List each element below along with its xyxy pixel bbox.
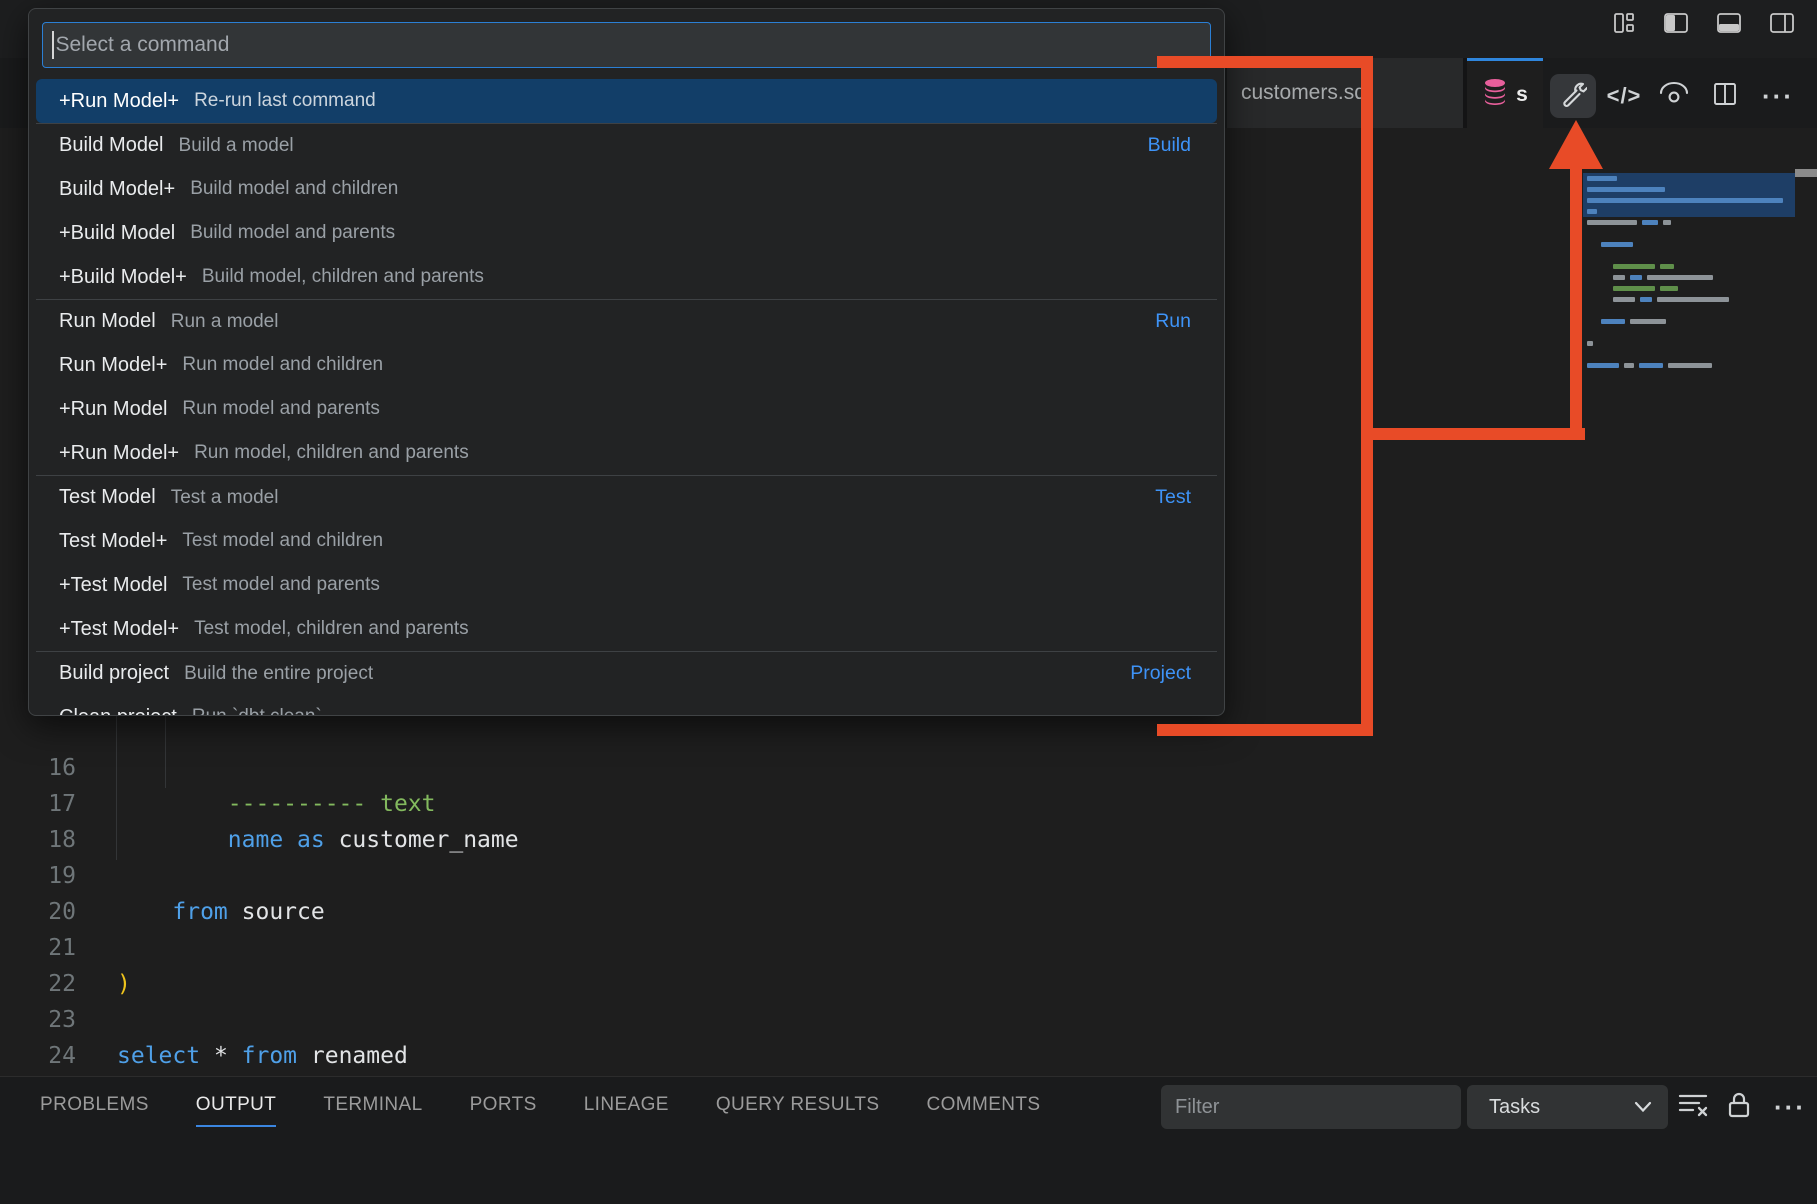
code-line: 19 from source [0, 822, 83, 858]
code-line: 23 select * from renamed [0, 966, 83, 1002]
code-line: 16 ---------- text [0, 714, 83, 750]
command-item[interactable]: +Build Model+Build model, children and p… [36, 255, 1217, 299]
toggle-primary-sidebar-icon[interactable] [1663, 11, 1689, 35]
annotation-arrowhead [1549, 120, 1603, 169]
tab-problems[interactable]: PROBLEMS [40, 1094, 149, 1116]
eye-icon [1658, 81, 1690, 112]
command-palette: +Run Model+Re-run last command Build Mod… [28, 8, 1225, 716]
chevron-down-icon [1634, 1096, 1652, 1119]
output-filter-box [1161, 1085, 1461, 1129]
tab-output[interactable]: OUTPUT [196, 1094, 277, 1127]
vscode-window: customers.sql s </> ··· [0, 0, 1817, 1204]
tab-lineage[interactable]: LINEAGE [584, 1094, 669, 1116]
command-input-box [42, 22, 1211, 68]
lock-scroll-button[interactable] [1722, 1090, 1756, 1124]
tab-terminal[interactable]: TERMINAL [323, 1094, 422, 1116]
annotation-line-top [1157, 56, 1373, 68]
code-line: 18 [0, 786, 83, 822]
command-category: Project [1130, 662, 1191, 685]
command-item[interactable]: +Run Model+Run model, children and paren… [36, 431, 1217, 475]
command-input[interactable] [54, 32, 1211, 58]
command-item[interactable]: +Test Model+Test model, children and par… [36, 607, 1217, 651]
lock-icon [1726, 1090, 1752, 1125]
command-item[interactable]: +Run Model+Re-run last command [36, 79, 1217, 123]
wrench-icon [1559, 80, 1587, 113]
code-line: 21 ) [0, 894, 83, 930]
clear-output-icon [1677, 1091, 1709, 1124]
command-item[interactable]: Build Model+Build model and children [36, 167, 1217, 211]
clear-output-button[interactable] [1674, 1090, 1712, 1124]
command-category: Build [1148, 134, 1191, 157]
panel-more-actions-button[interactable]: ··· [1768, 1090, 1812, 1124]
tasks-dropdown-label: Tasks [1489, 1096, 1540, 1119]
command-category: Test [1155, 486, 1191, 509]
bottom-panel: PROBLEMS OUTPUT TERMINAL PORTS LINEAGE Q… [0, 1076, 1817, 1204]
filter-input[interactable] [1161, 1095, 1447, 1120]
database-icon [1482, 78, 1508, 112]
command-category: Run [1155, 310, 1191, 333]
command-item[interactable]: Test Model+Test model and children [36, 519, 1217, 563]
split-editor-icon [1712, 81, 1738, 112]
tab-comments[interactable]: COMMENTS [926, 1094, 1040, 1116]
toggle-secondary-sidebar-icon[interactable] [1769, 11, 1795, 35]
command-item[interactable]: +Build ModelBuild model and parents [36, 211, 1217, 255]
side-tab-label: s [1516, 83, 1528, 107]
command-item[interactable]: Clean projectRun `dbt clean` [36, 695, 1217, 716]
command-item[interactable]: Build ModelBuild a modelBuild [36, 123, 1217, 167]
dbt-wrench-button[interactable] [1550, 74, 1596, 118]
split-editor-button[interactable] [1704, 74, 1746, 118]
code-line: 20 [0, 858, 83, 894]
ellipsis-icon: ··· [1762, 81, 1794, 112]
command-item[interactable]: +Run ModelRun model and parents [36, 387, 1217, 431]
code-line: 22 [0, 930, 83, 966]
panel-tabs: PROBLEMS OUTPUT TERMINAL PORTS LINEAGE Q… [40, 1077, 1041, 1133]
minimap[interactable] [1583, 173, 1795, 371]
command-item[interactable]: Run ModelRun a modelRun [36, 299, 1217, 343]
annotation-branch-line [1361, 428, 1585, 440]
toggle-panel-icon[interactable] [1716, 11, 1742, 35]
command-item[interactable]: Test ModelTest a modelTest [36, 475, 1217, 519]
tab-side-model[interactable]: s [1467, 58, 1543, 128]
tab-query-results[interactable]: QUERY RESULTS [716, 1094, 880, 1116]
annotation-line-bottom [1157, 724, 1373, 736]
tasks-dropdown[interactable]: Tasks [1467, 1085, 1668, 1129]
code-line: 17 name as customer_name [0, 750, 83, 786]
editor-scrollbar-thumb[interactable] [1795, 169, 1817, 177]
code-icon: </> [1607, 83, 1642, 109]
line-number: 24 [28, 1038, 76, 1074]
tab-ports[interactable]: PORTS [470, 1094, 537, 1116]
ellipsis-icon: ··· [1774, 1092, 1806, 1123]
indent-guide [165, 714, 166, 788]
preview-button[interactable] [1652, 74, 1696, 118]
customize-layout-icon[interactable] [1612, 11, 1636, 35]
tab-label: customers.sql [1241, 81, 1371, 105]
code-line: 24 [0, 1002, 83, 1038]
editor-more-actions-button[interactable]: ··· [1756, 74, 1800, 118]
minimap-lines [1583, 173, 1795, 371]
annotation-line-right [1361, 56, 1373, 736]
command-item[interactable]: +Test ModelTest model and parents [36, 563, 1217, 607]
command-item[interactable]: Build projectBuild the entire projectPro… [36, 651, 1217, 695]
layout-controls [1612, 11, 1795, 35]
command-item[interactable]: Run Model+Run model and children [36, 343, 1217, 387]
command-list: +Run Model+Re-run last command Build Mod… [29, 79, 1224, 716]
tab-customers-sql[interactable]: customers.sql [1227, 58, 1463, 128]
compiled-code-button[interactable]: </> [1604, 74, 1644, 118]
annotation-arrow-shaft [1570, 166, 1582, 440]
